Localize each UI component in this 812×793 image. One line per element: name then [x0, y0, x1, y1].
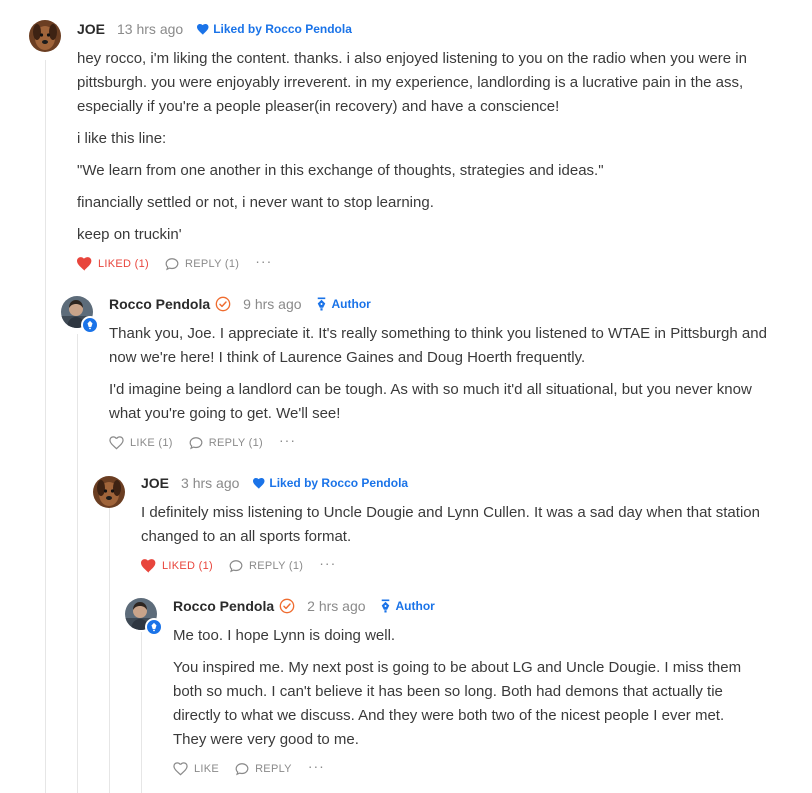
author-tag: Author — [380, 599, 435, 613]
avatar[interactable] — [125, 598, 163, 636]
comment-body: hey rocco, i'm liking the content. thank… — [77, 47, 767, 255]
more-options-icon[interactable]: ··· — [319, 555, 336, 571]
heart-icon — [253, 477, 265, 489]
thread-line — [77, 334, 78, 793]
thread-line — [45, 60, 46, 793]
pen-nib-icon — [317, 297, 325, 311]
author-badge-icon — [145, 618, 163, 636]
author-name[interactable]: Rocco Pendola — [109, 296, 210, 312]
comment-body: I definitely miss listening to Uncle Dou… — [141, 501, 771, 557]
more-options-icon[interactable]: ··· — [279, 432, 296, 448]
speech-bubble-icon — [165, 258, 179, 271]
comment-actions: LIKED (1) REPLY (1) ··· — [141, 555, 336, 573]
heart-outline-icon — [173, 762, 188, 776]
comment-paragraph: I'd imagine being a landlord can be toug… — [109, 381, 752, 422]
comment-paragraph: financially settled or not, i never want… — [77, 194, 434, 211]
comment-paragraph: keep on truckin' — [77, 226, 182, 243]
author-tag-label: Author — [395, 599, 435, 613]
author-tag: Author — [316, 297, 371, 311]
timestamp[interactable]: 3 hrs ago — [181, 475, 239, 491]
dog-avatar-icon — [29, 20, 61, 52]
avatar[interactable] — [61, 296, 99, 334]
heart-filled-icon — [77, 257, 92, 271]
verified-check-icon — [215, 296, 231, 312]
reply-label: REPLY — [255, 763, 292, 775]
dog-avatar-icon — [93, 476, 125, 508]
more-options-icon[interactable]: ··· — [255, 253, 272, 269]
reply-button[interactable]: REPLY (1) — [229, 559, 303, 573]
comment-body: Me too. I hope Lynn is doing well. You i… — [173, 624, 753, 760]
like-button[interactable]: LIKE (1) — [109, 436, 173, 450]
like-button[interactable]: LIKE — [173, 762, 219, 776]
timestamp[interactable]: 2 hrs ago — [307, 598, 365, 614]
comment-paragraph: Me too. I hope Lynn is doing well. — [173, 627, 396, 644]
comment-paragraph: i like this line: — [77, 130, 167, 147]
like-label: LIKE — [194, 763, 220, 775]
avatar[interactable] — [93, 476, 125, 508]
author-name[interactable]: JOE — [141, 475, 169, 491]
comment-actions: LIKED (1) REPLY (1) ··· — [77, 253, 272, 271]
liked-by-label: Liked by Rocco Pendola — [269, 476, 409, 490]
comment-paragraph: "We learn from one another in this excha… — [77, 162, 604, 179]
pen-nib-icon — [381, 599, 389, 613]
heart-icon — [197, 23, 209, 35]
like-button[interactable]: LIKED (1) — [77, 257, 149, 271]
comment-body: Thank you, Joe. I appreciate it. It's re… — [109, 322, 771, 434]
comment-paragraph: I definitely miss listening to Uncle Dou… — [141, 504, 760, 545]
reply-button[interactable]: REPLY (1) — [165, 257, 239, 271]
comment-actions: LIKE REPLY ··· — [173, 758, 325, 776]
verified-check-icon — [279, 598, 295, 614]
comment-paragraph: You inspired me. My next post is going t… — [173, 659, 742, 748]
comment-paragraph: hey rocco, i'm liking the content. thank… — [77, 50, 747, 115]
avatar[interactable] — [29, 20, 61, 52]
author-tag-label: Author — [331, 297, 371, 311]
like-label: LIKE (1) — [130, 437, 173, 449]
reply-label: REPLY (1) — [249, 560, 304, 572]
reply-label: REPLY (1) — [185, 258, 240, 270]
reply-button[interactable]: REPLY (1) — [189, 436, 263, 450]
speech-bubble-icon — [235, 763, 249, 776]
speech-bubble-icon — [189, 437, 203, 450]
timestamp[interactable]: 13 hrs ago — [117, 21, 183, 37]
liked-by-badge: Liked by Rocco Pendola — [197, 22, 352, 36]
author-badge-icon — [81, 316, 99, 334]
timestamp[interactable]: 9 hrs ago — [243, 296, 301, 312]
reply-button[interactable]: REPLY — [235, 762, 292, 776]
heart-outline-icon — [109, 436, 124, 450]
like-label: LIKED (1) — [98, 258, 149, 270]
author-name[interactable]: JOE — [77, 21, 105, 37]
thread-line — [141, 632, 142, 793]
speech-bubble-icon — [229, 560, 243, 573]
heart-filled-icon — [141, 559, 156, 573]
like-label: LIKED (1) — [162, 560, 213, 572]
comment-paragraph: Thank you, Joe. I appreciate it. It's re… — [109, 325, 767, 366]
liked-by-badge: Liked by Rocco Pendola — [253, 476, 408, 490]
more-options-icon[interactable]: ··· — [308, 758, 325, 774]
reply-label: REPLY (1) — [208, 437, 264, 449]
author-name[interactable]: Rocco Pendola — [173, 598, 274, 614]
thread-line — [109, 508, 110, 793]
liked-by-label: Liked by Rocco Pendola — [213, 22, 352, 36]
comment-actions: LIKE (1) REPLY (1) ··· — [109, 432, 296, 450]
like-button[interactable]: LIKED (1) — [141, 559, 213, 573]
